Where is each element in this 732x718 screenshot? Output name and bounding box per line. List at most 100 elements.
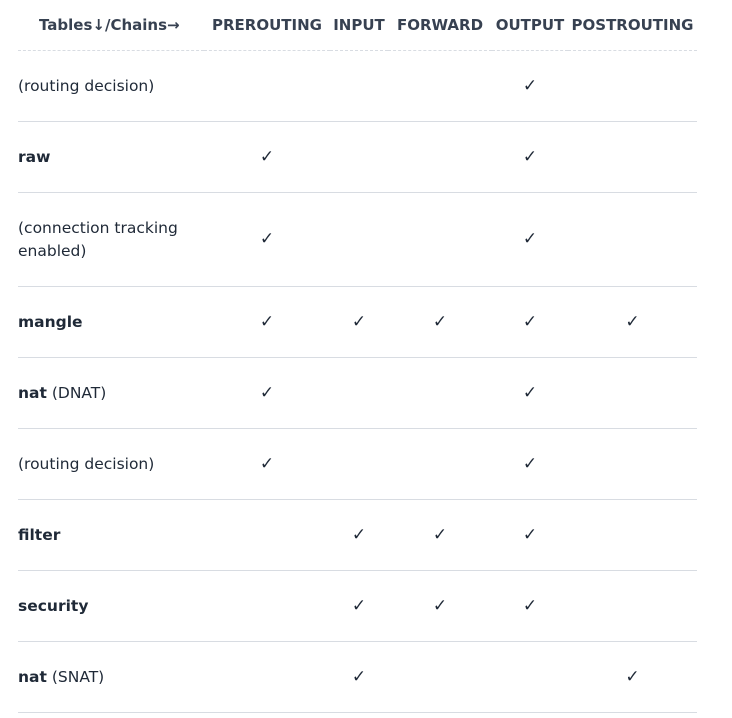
cell-forward: ✓ <box>388 570 492 642</box>
table-row: nat (SNAT) ✓ ✓ <box>18 641 697 713</box>
checkmark-icon: ✓ <box>625 311 640 332</box>
checkmark-icon: ✓ <box>522 311 538 332</box>
row-table-name: raw <box>18 121 204 193</box>
header-chain-forward: FORWARD <box>388 0 492 51</box>
cell-input: ✓ <box>330 286 388 358</box>
checkmark-icon: ✓ <box>522 146 538 167</box>
row-table-name: (routing decision) <box>18 428 204 500</box>
cell-prerouting: ✓ <box>204 357 330 429</box>
table-row: security ✓ ✓ ✓ <box>18 570 697 642</box>
cell-forward: ✓ <box>388 286 492 358</box>
header-chain-output: OUTPUT <box>492 0 568 51</box>
cell-output: ✓ <box>492 357 568 429</box>
table-name-label: nat <box>18 667 47 686</box>
cell-input: ✓ <box>330 641 388 713</box>
cell-postrouting <box>568 121 697 193</box>
header-chain-prerouting: PREROUTING <box>204 0 330 51</box>
checkmark-icon: ✓ <box>522 595 538 616</box>
table-name-note: (routing decision) <box>18 454 155 473</box>
row-table-name: mangle <box>18 286 204 358</box>
table-row: (routing decision) ✓ ✓ <box>18 428 697 500</box>
cell-prerouting <box>204 570 330 642</box>
cell-forward <box>388 121 492 193</box>
table-name-note: (routing decision) <box>18 76 155 95</box>
cell-output: ✓ <box>492 499 568 571</box>
header-chain-postrouting: POSTROUTING <box>568 0 697 51</box>
table-name-label: nat <box>18 383 47 402</box>
checkmark-icon: ✓ <box>259 229 275 249</box>
row-table-name: filter <box>18 499 204 571</box>
cell-forward <box>388 641 492 713</box>
checkmark-icon: ✓ <box>351 595 367 616</box>
tables-chains-matrix: Tables↓/Chains→ PREROUTING INPUT FORWARD… <box>18 0 697 713</box>
table-row: mangle ✓ ✓ ✓ ✓ ✓ <box>18 286 697 358</box>
header-tables-chains: Tables↓/Chains→ <box>18 0 204 51</box>
cell-prerouting <box>204 641 330 713</box>
table-name-label: filter <box>18 525 61 544</box>
cell-output: ✓ <box>492 428 568 500</box>
cell-output: ✓ <box>492 570 568 642</box>
checkmark-icon: ✓ <box>522 229 538 249</box>
cell-forward <box>388 192 492 287</box>
table-name-label: raw <box>18 147 51 166</box>
cell-prerouting <box>204 499 330 571</box>
cell-forward <box>388 357 492 429</box>
table-row: (connection tracking enabled) ✓ ✓ <box>18 192 697 287</box>
cell-prerouting: ✓ <box>204 428 330 500</box>
header-row: Tables↓/Chains→ PREROUTING INPUT FORWARD… <box>18 0 697 51</box>
table-name-note: (connection tracking enabled) <box>18 218 178 260</box>
row-table-name: security <box>18 570 204 642</box>
cell-prerouting <box>204 50 330 122</box>
checkmark-icon: ✓ <box>259 382 275 403</box>
checkmark-icon: ✓ <box>432 595 448 616</box>
checkmark-icon: ✓ <box>351 666 367 687</box>
cell-postrouting <box>568 192 697 287</box>
cell-input: ✓ <box>330 499 388 571</box>
checkmark-icon: ✓ <box>259 146 275 167</box>
table-body: (routing decision) ✓ raw ✓ ✓ (connection trac… <box>18 50 697 713</box>
cell-postrouting: ✓ <box>568 286 697 358</box>
cell-forward: ✓ <box>388 499 492 571</box>
cell-postrouting <box>568 357 697 429</box>
header-chain-input: INPUT <box>330 0 388 51</box>
table-row: (routing decision) ✓ <box>18 50 697 122</box>
cell-output <box>492 641 568 713</box>
table-name-label: security <box>18 596 89 615</box>
checkmark-icon: ✓ <box>259 311 275 332</box>
cell-input: ✓ <box>330 570 388 642</box>
checkmark-icon: ✓ <box>259 453 275 474</box>
cell-prerouting: ✓ <box>204 121 330 193</box>
cell-output: ✓ <box>492 192 568 287</box>
checkmark-icon: ✓ <box>432 524 448 545</box>
table-row: nat (DNAT) ✓ ✓ <box>18 357 697 429</box>
checkmark-icon: ✓ <box>351 524 367 545</box>
table-name-note: (SNAT) <box>46 667 105 686</box>
checkmark-icon: ✓ <box>432 311 448 332</box>
cell-output: ✓ <box>492 286 568 358</box>
checkmark-icon: ✓ <box>351 311 367 332</box>
cell-postrouting <box>568 499 697 571</box>
checkmark-icon: ✓ <box>522 382 538 403</box>
cell-postrouting: ✓ <box>568 641 697 713</box>
cell-output: ✓ <box>492 121 568 193</box>
checkmark-icon: ✓ <box>625 666 640 687</box>
cell-input <box>330 50 388 122</box>
table-header: Tables↓/Chains→ PREROUTING INPUT FORWARD… <box>18 0 697 51</box>
cell-postrouting <box>568 428 697 500</box>
checkmark-icon: ✓ <box>522 453 538 474</box>
row-table-name: (routing decision) <box>18 50 204 122</box>
table-row: filter ✓ ✓ ✓ <box>18 499 697 571</box>
cell-input <box>330 121 388 193</box>
cell-output: ✓ <box>492 50 568 122</box>
table-name-note: (DNAT) <box>46 383 107 402</box>
cell-input <box>330 357 388 429</box>
cell-postrouting <box>568 570 697 642</box>
cell-prerouting: ✓ <box>204 286 330 358</box>
cell-forward <box>388 50 492 122</box>
cell-prerouting: ✓ <box>204 192 330 287</box>
table-row: raw ✓ ✓ <box>18 121 697 193</box>
cell-forward <box>388 428 492 500</box>
row-table-name: nat (DNAT) <box>18 357 204 429</box>
checkmark-icon: ✓ <box>522 524 538 545</box>
checkmark-icon: ✓ <box>522 75 538 96</box>
